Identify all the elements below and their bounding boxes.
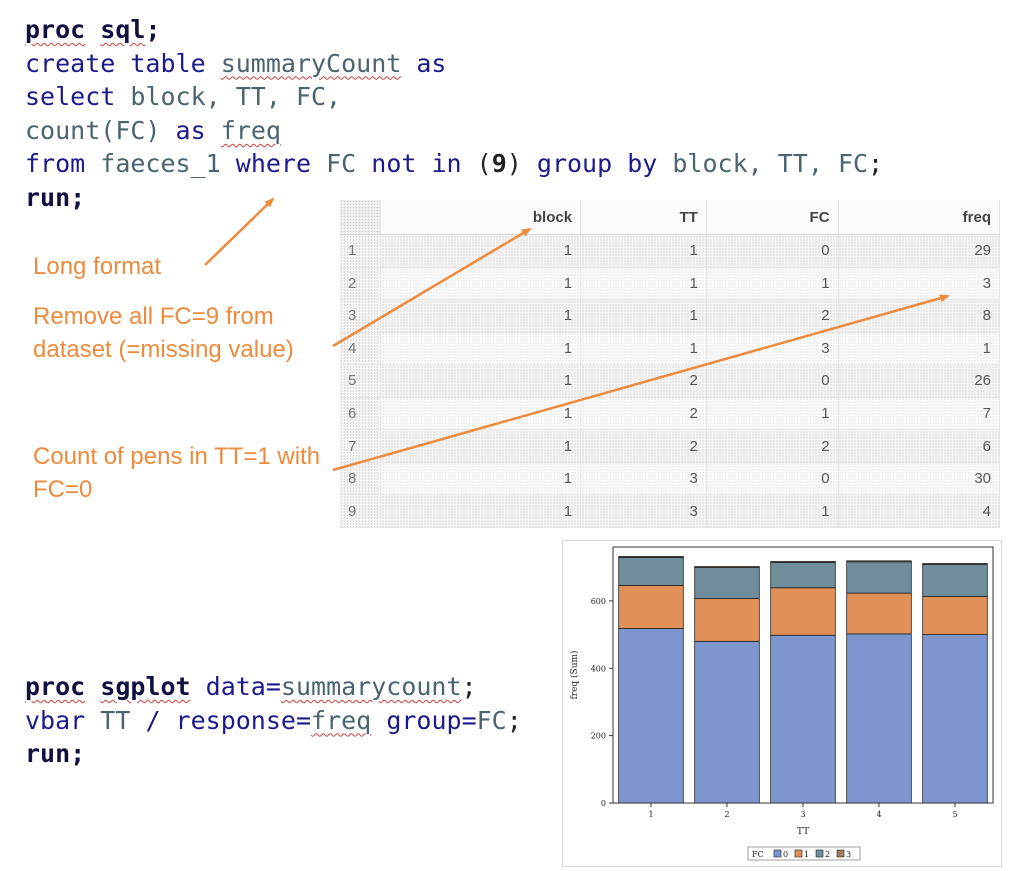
- y-tick-label: 400: [591, 664, 606, 673]
- stacked-bar-chart: 0 200 400 600 freq (Sum) 1 2 3 4 5 TT FC 0 1 2 3: [562, 540, 1002, 867]
- legend-label: 1: [804, 850, 809, 859]
- legend-swatch-fc2: [815, 849, 824, 858]
- legend-swatch-fc3: [836, 849, 845, 858]
- legend-label: 0: [783, 850, 788, 859]
- bar-segment-fc1: [618, 585, 684, 629]
- arrow-remove-missing: [332, 227, 532, 348]
- bar-segment-fc0: [618, 628, 684, 804]
- chart-svg: 0 200 400 600 freq (Sum) 1 2 3 4 5 TT FC 0 1 2 3: [569, 546, 994, 861]
- bar-segment-fc1: [694, 598, 760, 642]
- bar-segment-fc3: [694, 566, 760, 568]
- code-line: vbar TT / response=freq group=FC;: [25, 705, 522, 735]
- bar-segment-fc1: [846, 592, 912, 635]
- code-line: proc sgplot data=summarycount;: [25, 672, 477, 701]
- x-tick-label: 5: [952, 810, 957, 819]
- bar-segment-fc3: [922, 563, 988, 565]
- sgplot-code-block: proc sgplot data=summarycount; vbar TT / …: [25, 670, 522, 771]
- x-axis-label: TT: [797, 827, 809, 837]
- bar-segment-fc2: [846, 561, 912, 594]
- legend-swatch-fc1: [794, 849, 803, 858]
- arrow-count-pens: [332, 294, 950, 472]
- y-tick-label: 200: [591, 732, 606, 741]
- bar-segment-fc0: [846, 633, 912, 804]
- bar-segment-fc2: [770, 562, 836, 589]
- x-tick-label: 4: [876, 810, 881, 819]
- x-tick-label: 2: [724, 810, 729, 819]
- y-axis-label: freq (Sum): [569, 650, 580, 699]
- bar-segment-fc3: [618, 556, 684, 558]
- bar-segment-fc0: [770, 634, 836, 804]
- bar-segment-fc2: [618, 557, 684, 586]
- legend-swatch-fc0: [773, 849, 782, 858]
- bar-segment-fc3: [846, 560, 912, 563]
- x-tick-label: 1: [648, 810, 653, 819]
- bar-segment-fc2: [694, 567, 760, 599]
- bar-segment-fc1: [770, 587, 836, 636]
- arrow-long-format: [204, 197, 275, 266]
- legend-title: FC: [752, 850, 764, 859]
- y-tick-label: 0: [601, 799, 606, 808]
- x-tick-label: 3: [800, 810, 805, 819]
- y-tick-label: 600: [591, 597, 606, 606]
- bar-segment-fc3: [770, 561, 836, 563]
- bar-segment-fc0: [694, 640, 760, 804]
- bar-segment-fc2: [922, 564, 988, 597]
- legend-label: 2: [825, 850, 830, 859]
- bar-segment-fc0: [922, 634, 988, 804]
- code-line: run;: [25, 739, 86, 769]
- bar-segment-fc1: [922, 596, 988, 635]
- legend-label: 3: [846, 850, 851, 859]
